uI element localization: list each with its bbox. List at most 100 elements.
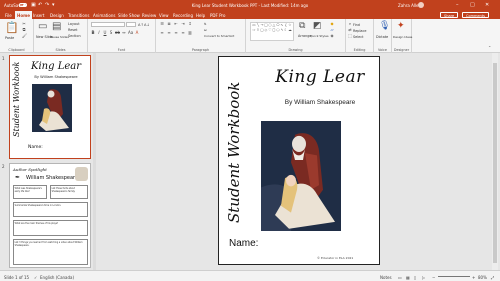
font-color-icon[interactable]: A bbox=[135, 31, 139, 35]
normal-view-icon[interactable]: ▭ bbox=[398, 275, 402, 280]
align-center-icon[interactable]: ≡ bbox=[167, 31, 171, 35]
tab-slide-show[interactable]: Slide Show bbox=[118, 13, 140, 18]
tab-transitions[interactable]: Transitions bbox=[68, 13, 89, 18]
thumbnail-scrollbar[interactable] bbox=[93, 53, 96, 270]
fit-to-window-icon[interactable]: ⤢ bbox=[491, 275, 494, 280]
voice-group: 🎙 Dictate Voice bbox=[374, 19, 392, 53]
decrease-indent-icon[interactable]: ⇤ bbox=[174, 22, 178, 26]
share-button[interactable]: Share bbox=[440, 12, 459, 18]
tab-home[interactable]: Home bbox=[15, 11, 32, 19]
paste-label[interactable]: Paste bbox=[5, 36, 14, 40]
arrange-icon[interactable]: ⧉ bbox=[299, 22, 305, 31]
slide-sorter-icon[interactable]: ▦ bbox=[406, 275, 410, 280]
font-size-input[interactable] bbox=[126, 22, 136, 27]
thumbnail-question-box: Summarize Shakespeare's time in London. bbox=[13, 202, 88, 217]
shape-outline-icon[interactable]: ▱ bbox=[330, 28, 334, 32]
bold-icon[interactable]: B bbox=[91, 31, 95, 35]
slide-copyright: © Educator in ELA 2021 bbox=[317, 256, 354, 260]
shadow-icon[interactable]: S bbox=[109, 31, 113, 35]
new-slide-icon[interactable]: ▭ bbox=[38, 22, 47, 32]
line-spacing-icon[interactable]: ↕ bbox=[188, 22, 192, 26]
slide-canvas[interactable]: King Lear By William Shakespeare Student… bbox=[218, 56, 380, 265]
shape-effects-icon[interactable]: ◈ bbox=[330, 34, 334, 38]
reading-view-icon[interactable]: ▯ bbox=[414, 275, 416, 280]
convert-smartart-button[interactable]: Convert to SmartArt bbox=[204, 34, 234, 38]
zoom-in-icon[interactable]: + bbox=[472, 275, 475, 280]
zoom-slider[interactable] bbox=[438, 276, 470, 277]
shrink-font-icon[interactable]: A↓ bbox=[144, 23, 149, 27]
tab-animations[interactable]: Animations bbox=[93, 13, 115, 18]
align-right-icon[interactable]: ≡ bbox=[174, 31, 178, 35]
strikethrough-icon[interactable]: ab bbox=[115, 31, 120, 35]
increase-indent-icon[interactable]: ⇥ bbox=[181, 22, 185, 26]
design-ideas-icon[interactable]: ✦ bbox=[397, 22, 405, 31]
section-button[interactable]: Section bbox=[68, 34, 81, 38]
tab-review[interactable]: Review bbox=[142, 13, 156, 18]
cloud-shape-icon[interactable]: ☁ bbox=[288, 28, 292, 33]
slide-counter: Slide 1 of 15 bbox=[4, 274, 30, 280]
columns-icon[interactable]: ▥ bbox=[188, 31, 192, 35]
bullets-icon[interactable]: ☰ bbox=[160, 22, 164, 26]
language-indicator[interactable]: English (Canada) bbox=[40, 275, 74, 280]
slideshow-icon[interactable]: ▷ bbox=[422, 275, 425, 280]
replace-button[interactable]: Replace bbox=[353, 29, 366, 33]
comments-button[interactable]: Comments bbox=[462, 12, 489, 18]
copy-icon[interactable]: ⧉ bbox=[22, 28, 26, 32]
character-spacing-icon[interactable]: ↔ bbox=[122, 31, 126, 35]
grow-font-icon[interactable]: A↑ bbox=[138, 23, 143, 27]
accessibility-icon[interactable]: ✓ bbox=[34, 275, 37, 280]
justify-icon[interactable]: ≡ bbox=[181, 31, 185, 35]
tab-pdf-pro[interactable]: PDF Pro bbox=[210, 13, 225, 18]
slide-name-label[interactable]: Name: bbox=[229, 238, 258, 249]
format-painter-icon[interactable]: 🖌 bbox=[22, 34, 27, 38]
reuse-slides-label[interactable]: Reuse Slides bbox=[50, 35, 69, 39]
text-direction-button[interactable]: ⇅ bbox=[204, 22, 207, 26]
find-icon[interactable]: ⌕ bbox=[348, 22, 352, 26]
shape-fill-icon[interactable]: ◆ bbox=[330, 22, 334, 26]
reset-button[interactable]: Reset bbox=[68, 28, 77, 32]
italic-icon[interactable]: I bbox=[97, 31, 101, 35]
tab-insert[interactable]: Insert bbox=[33, 13, 44, 18]
zoom-level[interactable]: 80% bbox=[478, 275, 487, 280]
close-button[interactable]: ✕ bbox=[485, 2, 489, 8]
cut-icon[interactable]: ✂ bbox=[22, 22, 26, 26]
tab-design[interactable]: Design bbox=[50, 13, 64, 18]
layout-button[interactable]: Layout bbox=[68, 22, 80, 26]
quick-styles-icon[interactable]: ◩ bbox=[313, 22, 322, 31]
tab-recording[interactable]: Recording bbox=[173, 13, 193, 18]
find-button[interactable]: Find bbox=[353, 23, 360, 27]
minimize-button[interactable]: – bbox=[456, 2, 459, 8]
replace-icon[interactable]: ⇄ bbox=[348, 28, 352, 32]
paste-icon[interactable]: 📋 bbox=[5, 22, 19, 33]
maximize-button[interactable]: □ bbox=[470, 2, 475, 8]
collapse-ribbon-icon[interactable]: ⌃ bbox=[488, 46, 491, 50]
dictate-label[interactable]: Dictate bbox=[376, 35, 388, 39]
align-text-button[interactable]: ⊟ bbox=[204, 28, 207, 32]
numbering-icon[interactable]: ≣ bbox=[167, 22, 171, 26]
shapes-gallery[interactable]: ▭ ╲ → □ ○ △ ⬠ ∿ { ☆ ⇨ ⇧ ▢ ◇ ♡ ◻ ⬡ ϟ ☾ ☁ bbox=[250, 22, 294, 41]
underline-icon[interactable]: U bbox=[103, 31, 107, 35]
slide-scrollbar[interactable] bbox=[492, 53, 498, 270]
select-button[interactable]: Select bbox=[353, 35, 363, 39]
slide-vertical-title[interactable]: Student Workbook bbox=[225, 82, 247, 223]
notes-button[interactable]: Notes bbox=[380, 275, 392, 280]
change-case-icon[interactable]: Aa bbox=[128, 31, 133, 35]
zoom-out-icon[interactable]: − bbox=[432, 275, 435, 280]
slide-title[interactable]: King Lear bbox=[261, 67, 379, 87]
quick-styles-label[interactable]: Quick Styles bbox=[310, 34, 329, 38]
tab-help[interactable]: Help bbox=[196, 13, 205, 18]
thumbnail-heading: Author Spotlight bbox=[13, 167, 47, 172]
slide-thumbnail-1[interactable]: King Lear By William Shakespeare Student… bbox=[9, 55, 91, 159]
microphone-icon[interactable]: 🎙 bbox=[379, 22, 390, 31]
avatar[interactable] bbox=[418, 2, 424, 8]
slide-thumbnail-2[interactable]: Author Spotlight ✒ William Shakespeare W… bbox=[9, 163, 91, 268]
design-ideas-label[interactable]: Design Ideas bbox=[393, 35, 412, 39]
align-left-icon[interactable]: ≡ bbox=[160, 31, 164, 35]
reuse-slides-icon[interactable]: ▤ bbox=[52, 22, 61, 32]
font-name-input[interactable] bbox=[91, 22, 125, 27]
scrollbar-thumb[interactable] bbox=[493, 63, 497, 263]
select-icon[interactable]: ⬚ bbox=[348, 34, 352, 38]
tab-file[interactable]: File bbox=[5, 13, 12, 18]
slide-byline[interactable]: By William Shakespeare bbox=[261, 99, 379, 106]
tab-view[interactable]: View bbox=[159, 13, 169, 18]
